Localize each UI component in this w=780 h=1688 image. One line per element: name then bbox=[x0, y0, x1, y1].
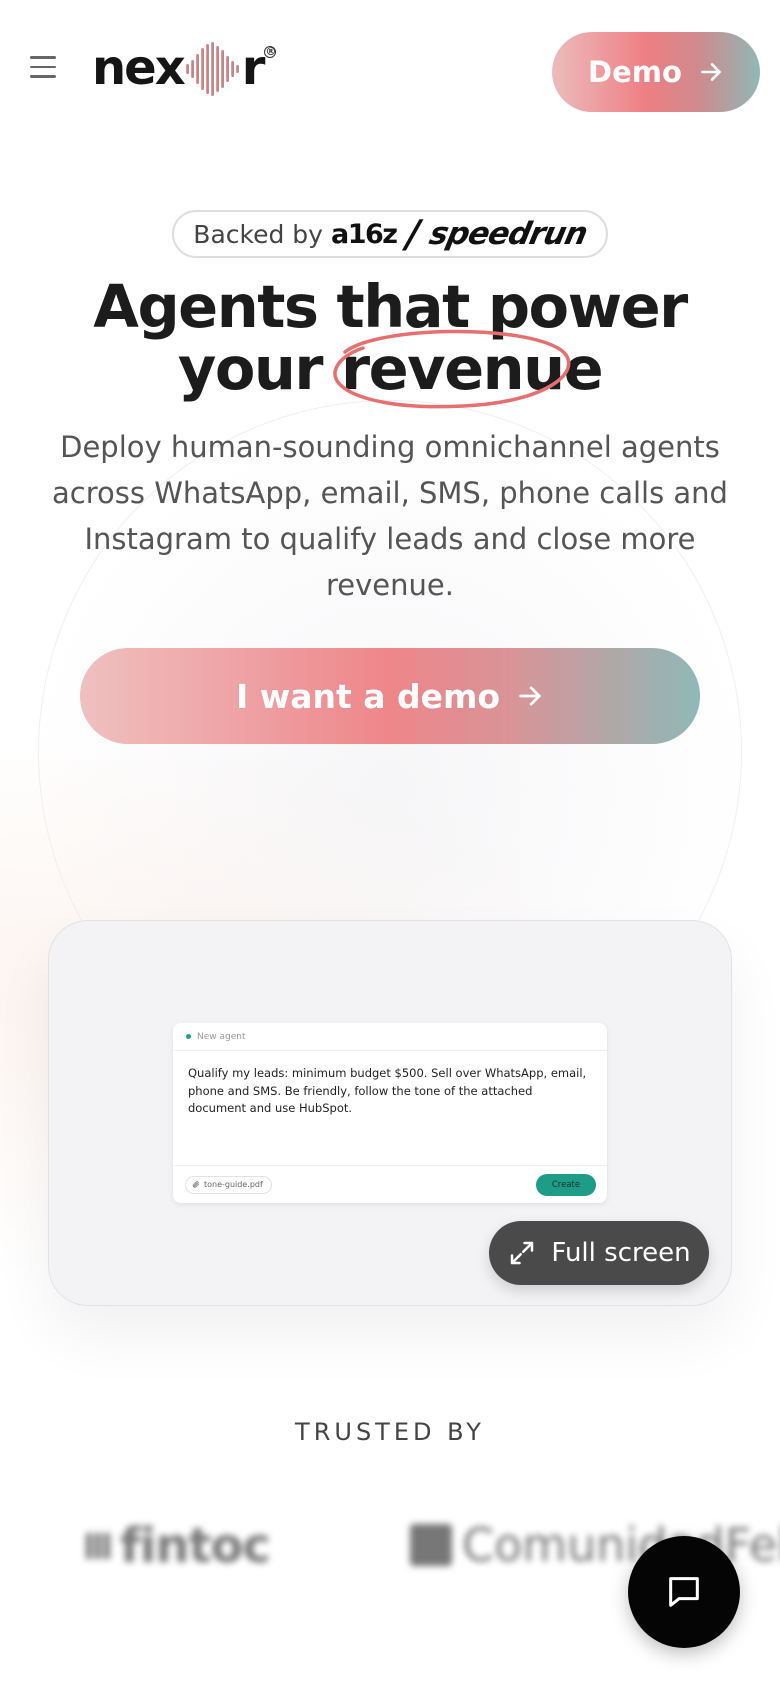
fintoc-mark-icon bbox=[86, 1533, 110, 1559]
status-dot-icon bbox=[186, 1034, 191, 1039]
hero-highlight: revenue bbox=[333, 329, 604, 409]
speedrun-logo: speedrun bbox=[426, 216, 591, 252]
request-demo-label: I want a demo bbox=[235, 676, 501, 716]
hero-title-prefix: your bbox=[177, 334, 324, 403]
menu-icon[interactable] bbox=[28, 56, 60, 86]
fullscreen-label: Full screen bbox=[551, 1238, 691, 1268]
site-header: nex r ® Demo bbox=[0, 0, 780, 140]
hero-title-line2: your revenue bbox=[40, 329, 740, 409]
a16z-logo: a16z bbox=[330, 218, 398, 250]
logo-text-prefix: nex bbox=[92, 40, 186, 96]
demo-button[interactable]: Demo bbox=[552, 32, 760, 112]
agent-preview: New agent Qualify my leads: minimum budg… bbox=[48, 920, 732, 1306]
chat-button[interactable] bbox=[628, 1536, 740, 1648]
attachment-name: tone-guide.pdf bbox=[204, 1180, 263, 1189]
hero-title-line1: Agents that power bbox=[93, 272, 688, 341]
request-demo-button[interactable]: I want a demo bbox=[80, 648, 700, 744]
hero-description: Deploy human-sounding omnichannel agents… bbox=[52, 430, 728, 602]
hero-highlight-word: revenue bbox=[341, 334, 604, 403]
agent-prompt-input[interactable]: Qualify my leads: minimum budget $500. S… bbox=[173, 1051, 607, 1165]
agent-card-footer: tone-guide.pdf Create bbox=[173, 1165, 607, 1203]
arrow-right-icon bbox=[700, 63, 721, 81]
fintoc-logo: fintoc bbox=[86, 1518, 271, 1574]
new-agent-card: New agent Qualify my leads: minimum budg… bbox=[173, 1023, 607, 1203]
trusted-by-heading: TRUSTED BY bbox=[295, 1418, 485, 1446]
paperclip-icon bbox=[192, 1181, 200, 1188]
hero-title: Agents that power your revenue bbox=[40, 272, 740, 409]
expand-icon bbox=[511, 1241, 534, 1265]
chat-icon bbox=[669, 1577, 699, 1607]
registered-mark-icon: ® bbox=[264, 45, 277, 58]
backed-by-badge: Backed by a16z / speedrun bbox=[172, 210, 608, 258]
agent-card-title: New agent bbox=[197, 1031, 246, 1042]
arrow-right-icon bbox=[519, 686, 541, 706]
comunidadfeliz-mark-icon bbox=[410, 1524, 452, 1566]
badge-label: Backed by bbox=[193, 219, 323, 249]
nexor-logo[interactable]: nex r ® bbox=[92, 38, 277, 98]
create-agent-button[interactable]: Create bbox=[536, 1173, 596, 1196]
fullscreen-button[interactable]: Full screen bbox=[489, 1221, 709, 1285]
attachment-chip[interactable]: tone-guide.pdf bbox=[185, 1175, 272, 1194]
logo-text-suffix: r bbox=[241, 40, 266, 96]
logo-wave-icon bbox=[185, 42, 239, 96]
demo-button-label: Demo bbox=[588, 55, 682, 89]
agent-card-header: New agent bbox=[173, 1023, 607, 1051]
badge-divider: / bbox=[400, 212, 426, 256]
fintoc-logo-text: fintoc bbox=[120, 1518, 271, 1574]
